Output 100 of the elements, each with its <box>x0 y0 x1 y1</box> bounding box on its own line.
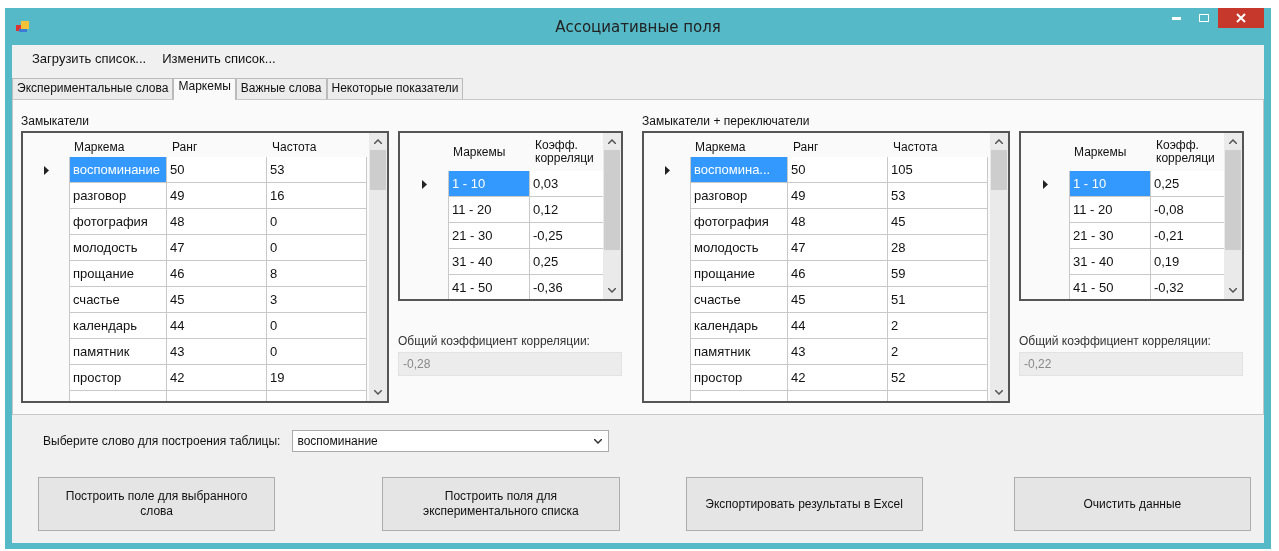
table-cell: счастье <box>690 287 788 313</box>
table-cell: 49 <box>167 183 267 209</box>
table-cell: 53 <box>267 157 367 183</box>
table-cell: 105 <box>888 157 988 183</box>
table-cell: счастье <box>69 287 167 313</box>
table-cell: 0,25 <box>1151 171 1224 197</box>
tab[interactable]: Важные слова <box>235 78 327 99</box>
scrollbar[interactable] <box>1224 133 1242 299</box>
table-cell: календарь <box>690 313 788 339</box>
scrollbar[interactable] <box>369 133 387 401</box>
column-header[interactable]: Коэфф. корреляци <box>530 133 603 171</box>
app-icon <box>16 20 30 33</box>
column-header[interactable]: Ранг <box>788 133 888 157</box>
scroll-down-icon[interactable] <box>995 390 1003 395</box>
scroll-up-icon[interactable] <box>374 139 382 144</box>
table-cell: 50 <box>167 157 267 183</box>
action-button[interactable]: Построить поля для экспериментального списка <box>382 477 620 531</box>
column-header[interactable]: Коэфф. корреляци <box>1151 133 1224 171</box>
column-header[interactable]: Маркема <box>690 133 788 157</box>
readonly-field: -0,22 <box>1019 352 1243 376</box>
table-cell: 43 <box>167 339 267 365</box>
table-cell: 42 <box>167 365 267 391</box>
table-cell: 52 <box>888 365 988 391</box>
readonly-field: -0,28 <box>398 352 622 376</box>
group-label: Замыкатели <box>21 114 91 130</box>
table-cell: 28 <box>888 235 988 261</box>
scrollbar[interactable] <box>990 133 1008 401</box>
table-cell: 45 <box>788 287 888 313</box>
table-cell: 0 <box>267 339 367 365</box>
table-cell: 47 <box>788 235 888 261</box>
table-cell: 11 - 20 <box>1069 197 1151 223</box>
table-cell: 0 <box>267 209 367 235</box>
scrollbar[interactable] <box>603 133 621 299</box>
scroll-thumb[interactable] <box>370 150 386 190</box>
table-cell: 49 <box>788 183 888 209</box>
table-cell: 42 <box>788 365 888 391</box>
tab[interactable]: Маркемы <box>173 78 236 100</box>
table-cell: памятник <box>69 339 167 365</box>
table-cell: 21 - 30 <box>1069 223 1151 249</box>
table-cell: памятник <box>690 339 788 365</box>
table-cell: разговор <box>690 183 788 209</box>
table-cell: 43 <box>788 339 888 365</box>
table-cell: 1 - 10 <box>448 171 530 197</box>
column-header[interactable]: Маркема <box>69 133 167 157</box>
table-cell: 48 <box>167 209 267 235</box>
scroll-thumb[interactable] <box>604 150 620 250</box>
table-cell: -0,25 <box>530 223 603 249</box>
scroll-thumb[interactable] <box>991 150 1007 190</box>
table-cell: 50 <box>788 157 888 183</box>
scroll-up-icon[interactable] <box>1229 139 1237 144</box>
table-cell: молодость <box>690 235 788 261</box>
current-row-icon <box>43 165 49 175</box>
scroll-thumb[interactable] <box>1225 150 1241 250</box>
column-header[interactable]: Ранг <box>167 133 267 157</box>
field-label: Выберите слово для построения таблицы: <box>43 434 281 448</box>
table-cell: 0,12 <box>530 197 603 223</box>
table-cell: 31 - 40 <box>1069 249 1151 275</box>
menu-item[interactable]: Загрузить список... <box>24 48 155 68</box>
table-cell: воспоминание <box>69 157 167 183</box>
scroll-down-icon[interactable] <box>608 288 616 293</box>
table-cell: фотография <box>690 209 788 235</box>
table-cell: 46 <box>167 261 267 287</box>
table-cell: простор <box>690 365 788 391</box>
column-header[interactable]: Частота <box>267 133 367 157</box>
column-header[interactable]: Частота <box>888 133 988 157</box>
table-cell: -0,08 <box>1151 197 1224 223</box>
action-button[interactable]: Экспортировать результаты в Excel <box>685 477 923 531</box>
table-cell: разговор <box>69 183 167 209</box>
table-cell: -0,21 <box>1151 223 1224 249</box>
column-header[interactable]: Маркемы <box>1069 133 1151 171</box>
table-cell: 19 <box>267 365 367 391</box>
scroll-up-icon[interactable] <box>995 139 1003 144</box>
table-cell: 11 - 20 <box>448 197 530 223</box>
current-row-icon <box>421 179 427 189</box>
table-cell: 53 <box>888 183 988 209</box>
table-cell: 46 <box>788 261 888 287</box>
menu-item[interactable]: Изменить список... <box>154 48 284 68</box>
word-dropdown[interactable]: воспоминание <box>292 430 610 452</box>
tab[interactable]: Некоторые показатели <box>326 78 464 99</box>
action-button[interactable]: Построить поле для выбранного слова <box>38 477 276 531</box>
maximize-icon <box>1199 14 1209 22</box>
table-cell: 0,19 <box>1151 249 1224 275</box>
scroll-down-icon[interactable] <box>374 390 382 395</box>
table-cell: прощание <box>69 261 167 287</box>
table-cell: 0 <box>267 235 367 261</box>
table-cell: 44 <box>167 313 267 339</box>
tab[interactable]: Экспериментальные слова <box>12 78 174 99</box>
table-cell: 59 <box>888 261 988 287</box>
action-button[interactable]: Очистить данные <box>1013 477 1251 531</box>
scroll-up-icon[interactable] <box>608 139 616 144</box>
table-cell: 51 <box>888 287 988 313</box>
field-label: Общий коэффициент корреляции: <box>398 334 591 348</box>
scroll-down-icon[interactable] <box>1229 288 1237 293</box>
table-cell: 16 <box>267 183 367 209</box>
table-cell: 31 - 40 <box>448 249 530 275</box>
table-cell: 45 <box>167 287 267 313</box>
column-header[interactable]: Маркемы <box>448 133 530 171</box>
close-button[interactable] <box>1218 8 1264 28</box>
table-cell: 41 - 50 <box>1069 275 1151 299</box>
table-cell: 2 <box>888 339 988 365</box>
